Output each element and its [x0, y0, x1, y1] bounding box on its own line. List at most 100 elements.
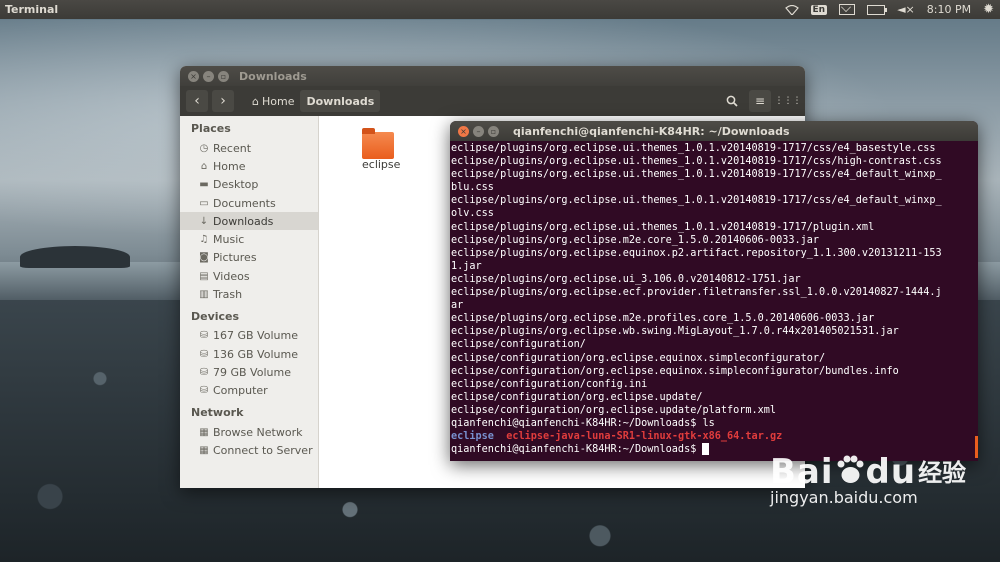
- sidebar-item-pictures[interactable]: ◙ Pictures: [180, 249, 318, 267]
- devices-heading: Devices: [191, 309, 240, 323]
- music-icon: ♫: [199, 234, 209, 246]
- terminal-line: eclipse/plugins/org.eclipse.ecf.provider…: [451, 287, 942, 299]
- terminal-title: qianfenchi@qianfenchi-K84HR: ~/Downloads: [513, 124, 790, 138]
- search-button[interactable]: [721, 90, 743, 112]
- camera-icon: ◙: [199, 252, 209, 264]
- sidebar-item-label: Downloads: [213, 214, 274, 228]
- sidebar-item-label: 167 GB Volume: [213, 329, 298, 343]
- desktop-icon: ▬: [199, 179, 209, 191]
- sidebar-item-label: Connect to Server: [213, 443, 313, 457]
- forward-button[interactable]: ›: [212, 90, 234, 112]
- list-view-button[interactable]: ≡: [749, 90, 771, 112]
- gear-icon[interactable]: ✹: [983, 2, 994, 17]
- sidebar-item-recent[interactable]: ◷ Recent: [180, 139, 318, 157]
- terminal-line: eclipse/configuration/org.eclipse.update…: [451, 404, 777, 416]
- maximize-icon[interactable]: ▫: [218, 70, 229, 82]
- sidebar-item-volume-167[interactable]: ⛁ 167 GB Volume: [180, 327, 318, 345]
- terminal-line: eclipse/plugins/org.eclipse.ui.themes_1.…: [451, 156, 942, 168]
- terminal-line: eclipse/configuration/org.eclipse.update…: [451, 391, 703, 403]
- terminal-line: eclipse/plugins/org.eclipse.wb.swing.Mig…: [451, 326, 899, 338]
- keyboard-layout-indicator[interactable]: En: [810, 4, 828, 15]
- breadcrumb-downloads[interactable]: Downloads: [300, 90, 381, 112]
- minimize-icon[interactable]: –: [473, 125, 484, 137]
- places-heading: Places: [191, 122, 231, 135]
- sidebar-item-label: Trash: [213, 288, 243, 302]
- home-icon: ⌂: [252, 94, 259, 108]
- scrollbar-indicator[interactable]: [975, 436, 978, 458]
- terminal-line: blu.css: [451, 182, 494, 194]
- chevron-left-icon: ‹: [194, 93, 200, 109]
- drive-icon: ⛁: [199, 385, 209, 397]
- document-icon: ▭: [199, 197, 209, 209]
- clock-icon: ◷: [199, 142, 209, 154]
- network-heading: Network: [191, 405, 244, 419]
- terminal-line: eclipse/plugins/org.eclipse.equinox.p2.a…: [451, 247, 942, 259]
- watermark-url: jingyan.baidu.com: [770, 488, 918, 507]
- sidebar-item-label: Music: [213, 233, 245, 247]
- terminal-line: eclipse/plugins/org.eclipse.ui.themes_1.…: [451, 221, 875, 233]
- sidebar-item-music[interactable]: ♫ Music: [180, 230, 318, 248]
- desktop-island: [20, 246, 130, 268]
- chevron-right-icon: ›: [220, 93, 226, 109]
- sidebar-item-volume-79[interactable]: ⛁ 79 GB Volume: [180, 363, 318, 381]
- terminal-line: qianfenchi@qianfenchi-K84HR:~/Downloads$…: [451, 417, 715, 429]
- text-cursor: [702, 443, 710, 456]
- mail-icon[interactable]: [839, 4, 856, 15]
- download-icon: ↓: [199, 215, 209, 227]
- terminal-line: eclipse/configuration/org.eclipse.equino…: [451, 352, 826, 364]
- files-sidebar: Places ◷ Recent ⌂ Home ▬ Desktop ▭ Documents…: [180, 116, 319, 488]
- close-icon[interactable]: ×: [188, 70, 199, 82]
- terminal-line: eclipse/configuration/: [451, 339, 586, 351]
- wifi-icon[interactable]: [784, 4, 799, 15]
- files-titlebar[interactable]: × – ▫ Downloads: [180, 66, 805, 86]
- terminal-line: eclipse/configuration/config.ini: [451, 378, 648, 390]
- terminal-output[interactable]: eclipse/plugins/org.eclipse.ui.themes_1.…: [450, 141, 978, 456]
- list-icon: ≡: [754, 94, 766, 108]
- sidebar-item-computer[interactable]: ⛁ Computer: [180, 382, 318, 400]
- watermark-brand-suffix: du: [865, 452, 917, 492]
- sidebar-item-label: Browse Network: [213, 425, 303, 439]
- sidebar-item-browse-network[interactable]: ▦ Browse Network: [180, 423, 318, 441]
- sidebar-item-videos[interactable]: ▤ Videos: [180, 267, 318, 285]
- folder-eclipse[interactable]: [362, 126, 396, 159]
- film-icon: ▤: [199, 270, 209, 282]
- sidebar-item-trash[interactable]: ▥ Trash: [180, 285, 318, 303]
- sidebar-item-downloads[interactable]: ↓ Downloads: [180, 212, 318, 231]
- sidebar-item-volume-136[interactable]: ⛁ 136 GB Volume: [180, 345, 318, 363]
- breadcrumb-home[interactable]: ⌂ Home: [246, 90, 300, 112]
- trash-icon: ▥: [199, 289, 209, 301]
- folder-icon: [362, 128, 394, 159]
- active-app-title: Terminal: [5, 3, 59, 16]
- keyboard-layout-label: En: [810, 4, 828, 15]
- home-icon: ⌂: [200, 160, 208, 172]
- sidebar-item-connect-server[interactable]: ▦ Connect to Server: [180, 441, 318, 459]
- top-panel: Terminal En ◄× 8:10 PM ✹: [0, 0, 1000, 19]
- toolbar-right: ≡ ⋮⋮⋮: [715, 90, 802, 112]
- watermark-chinese: 经验: [918, 459, 967, 487]
- clock[interactable]: 8:10 PM: [927, 3, 971, 16]
- maximize-icon[interactable]: ▫: [488, 125, 499, 137]
- sidebar-item-documents[interactable]: ▭ Documents: [180, 194, 318, 212]
- ls-dir-entry: eclipse: [451, 431, 494, 443]
- server-icon: ▦: [199, 444, 209, 456]
- baidu-watermark: Bai du 经验 jingyan.baidu.com: [770, 452, 966, 507]
- indicator-area: En ◄× 8:10 PM ✹: [779, 0, 1000, 19]
- sidebar-item-label: 79 GB Volume: [213, 365, 291, 379]
- ls-archive-entry: eclipse-java-luna-SR1-linux-gtk-x86_64.t…: [506, 431, 783, 443]
- paw-icon: [837, 455, 864, 483]
- sidebar-item-label: Documents: [213, 196, 276, 210]
- volume-icon[interactable]: ◄×: [897, 3, 915, 16]
- terminal-titlebar[interactable]: × – ▫ qianfenchi@qianfenchi-K84HR: ~/Dow…: [450, 121, 978, 141]
- sidebar-item-label: 136 GB Volume: [213, 347, 298, 361]
- back-button[interactable]: ‹: [186, 90, 208, 112]
- grid-view-button[interactable]: ⋮⋮⋮: [775, 90, 802, 112]
- network-icon: ▦: [199, 426, 209, 438]
- battery-icon[interactable]: [867, 4, 888, 15]
- sidebar-item-home[interactable]: ⌂ Home: [180, 157, 318, 175]
- sidebar-item-desktop[interactable]: ▬ Desktop: [180, 176, 318, 194]
- minimize-icon[interactable]: –: [203, 70, 214, 82]
- drive-icon: ⛁: [199, 330, 209, 342]
- close-icon[interactable]: ×: [458, 125, 469, 137]
- sidebar-item-label: Pictures: [213, 251, 257, 265]
- watermark-brand: Bai: [770, 452, 834, 492]
